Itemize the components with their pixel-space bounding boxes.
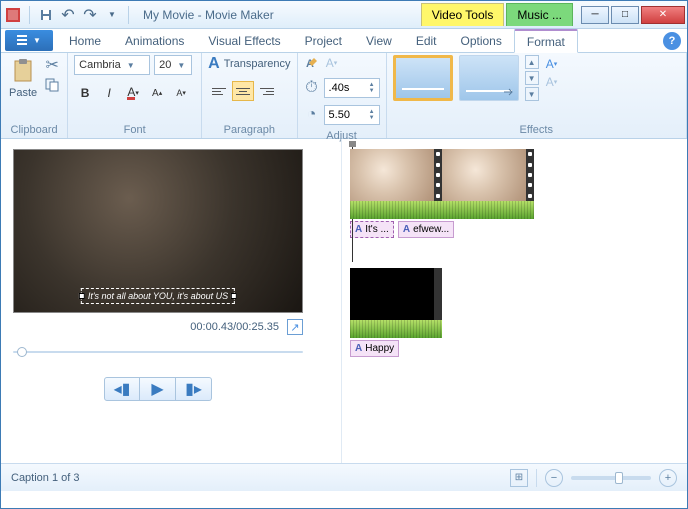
main-area: It's not all about YOU, it's about US 00… [1,139,687,463]
tab-format[interactable]: Format [514,29,578,53]
group-effects-label: Effects [393,122,680,138]
effects-gallery-nav[interactable]: ▲▼▼ [525,55,539,101]
outline-b-button[interactable]: A▾ [543,75,561,89]
outline-a-button[interactable]: A▾ [543,57,561,71]
start-time-spinner[interactable]: .40s▲▼ [324,78,380,98]
group-effects: ▲▼▼ A▾ A▾ Effects [387,53,687,138]
caption-text-overlay[interactable]: It's not all about YOU, it's about US [81,288,235,304]
help-button[interactable]: ? [663,32,681,50]
group-adjust: A A▾ ⏱ .40s▲▼ ◔ 5.50▲▼ Adjust [298,53,387,138]
close-button[interactable]: ✕ [641,6,685,24]
tab-view[interactable]: View [354,29,404,52]
preview-pane: It's not all about YOU, it's about US 00… [1,139,341,463]
quick-access-toolbar: ↶ ↷ ▼ [25,5,133,25]
group-paragraph: ATransparency Paragraph [202,53,297,138]
minimize-button[interactable]: ─ [581,6,609,24]
group-paragraph-label: Paragraph [208,122,290,138]
copy-button[interactable] [43,77,61,93]
start-time-icon: ⏱ [304,80,320,96]
align-left-button[interactable] [208,81,230,101]
caption-block-2[interactable]: Aefwew... [398,221,454,238]
tab-options[interactable]: Options [449,29,514,52]
paste-button[interactable]: Paste [7,55,39,101]
edit-text-icon[interactable]: A [304,55,320,71]
group-clipboard: Paste ✂ Clipboard [1,53,68,138]
align-center-button[interactable] [232,81,254,101]
zoom-slider[interactable] [571,476,651,480]
seek-bar[interactable] [13,345,303,359]
tab-visual-effects[interactable]: Visual Effects [196,29,292,52]
maximize-button[interactable]: □ [611,6,639,24]
shrink-font-button[interactable]: A▾ [170,83,192,103]
timeline-clip-3[interactable] [350,268,442,320]
play-button[interactable]: ▶ [140,377,176,401]
tab-animations[interactable]: Animations [113,29,196,52]
duration-spinner[interactable]: 5.50▲▼ [324,105,380,125]
seek-thumb[interactable] [17,347,27,357]
file-tab[interactable]: ▼ [5,30,53,51]
time-display: 00:00.43/00:25.35 [190,321,279,333]
caption-block-1[interactable]: AIt's ... [350,221,394,238]
effect-thumb-2[interactable] [459,55,519,101]
paste-label: Paste [9,87,37,99]
titlebar: ↶ ↷ ▼ My Movie - Movie Maker Video Tools… [1,1,687,29]
tab-edit[interactable]: Edit [404,29,449,52]
italic-button[interactable]: I [98,83,120,103]
cut-button[interactable]: ✂ [43,57,61,73]
preview-monitor[interactable]: It's not all about YOU, it's about US [13,149,303,313]
redo-button[interactable]: ↷ [80,5,100,25]
timeline-pane[interactable]: AIt's ... Aefwew... AHappy [341,139,687,463]
zoom-in-button[interactable]: + [659,469,677,487]
group-font-label: Font [74,122,195,138]
context-tab-music-tools[interactable]: Music ... [506,3,573,26]
timeline-clip-2[interactable] [442,149,534,201]
transparency-button[interactable]: ATransparency [208,55,290,73]
status-bar: Caption 1 of 3 ⊞ − + [1,463,687,491]
bold-button[interactable]: B [74,83,96,103]
zoom-thumb[interactable] [615,472,623,484]
caption-block-3[interactable]: AHappy [350,340,399,357]
audio-track-1[interactable] [350,201,534,219]
font-outline-icon[interactable]: A▾ [324,55,340,71]
duration-icon: ◔ [304,107,320,123]
grow-font-button[interactable]: A▴ [146,83,168,103]
group-font: Cambria▼ 20▼ B I A▾ A▴ A▾ Font [68,53,202,138]
ribbon: Paste ✂ Clipboard Cambria▼ 20▼ B I A▾ A▴… [1,53,687,139]
undo-button[interactable]: ↶ [58,5,78,25]
font-size-combo[interactable]: 20▼ [154,55,192,75]
status-caption-info: Caption 1 of 3 [11,472,80,484]
qat-dropdown[interactable]: ▼ [102,5,122,25]
zoom-out-button[interactable]: − [545,469,563,487]
context-tab-video-tools[interactable]: Video Tools [421,3,505,26]
audio-track-2[interactable] [350,320,442,338]
view-toggle-button[interactable]: ⊞ [510,469,528,487]
ribbon-tabs: ▼ Home Animations Visual Effects Project… [1,29,687,53]
font-family-combo[interactable]: Cambria▼ [74,55,150,75]
next-frame-button[interactable]: ▮▸ [176,377,212,401]
tab-home[interactable]: Home [57,29,113,52]
group-clipboard-label: Clipboard [7,122,61,138]
app-icon [6,8,20,22]
save-button[interactable] [36,5,56,25]
prev-frame-button[interactable]: ◂▮ [104,377,140,401]
timeline-clip-1[interactable] [350,149,442,201]
align-right-button[interactable] [256,81,278,101]
font-color-button[interactable]: A▾ [122,83,144,103]
tab-project[interactable]: Project [293,29,354,52]
effect-thumb-1[interactable] [393,55,453,101]
fullscreen-button[interactable]: ↗ [287,319,303,335]
window-title: My Movie - Movie Maker [143,8,274,22]
